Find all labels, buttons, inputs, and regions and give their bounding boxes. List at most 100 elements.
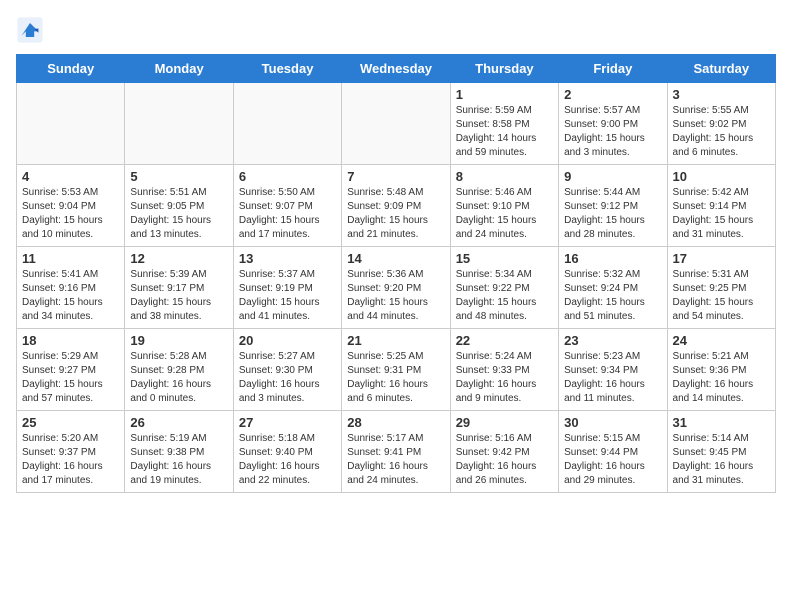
calendar-day-cell: 9Sunrise: 5:44 AM Sunset: 9:12 PM Daylig… [559, 165, 667, 247]
day-info: Sunrise: 5:21 AM Sunset: 9:36 PM Dayligh… [673, 350, 770, 406]
calendar-day-cell: 8 Sunrise: 5:46 AM Sunset: 9:10 PM Daylig… [450, 165, 558, 247]
day-number: 31 [673, 415, 770, 430]
calendar-day-cell: 15 Sunrise: 5:34 AM Sunset: 9:22 PM Dayli… [450, 247, 558, 329]
calendar-day-cell: 6Sunrise: 5:50 AM Sunset: 9:07 PM Daylig… [233, 165, 341, 247]
calendar-day-cell: 14 Sunrise: 5:36 AM Sunset: 9:20 PM Dayli… [342, 247, 450, 329]
day-number: 30 [564, 415, 661, 430]
day-number: 26 [130, 415, 227, 430]
day-of-week-header: Saturday [667, 55, 775, 83]
day-info: Sunrise: 5:16 AM Sunset: 9:42 PM Dayligh… [456, 432, 553, 488]
day-number: 6 [239, 169, 336, 184]
calendar-day-cell: 10Sunrise: 5:42 AM Sunset: 9:14 PM Dayli… [667, 165, 775, 247]
calendar-day-cell: 27 Sunrise: 5:18 AM Sunset: 9:40 PM Dayli… [233, 411, 341, 493]
day-number: 4 [22, 169, 119, 184]
day-number: 27 [239, 415, 336, 430]
calendar-day-cell: 16Sunrise: 5:32 AM Sunset: 9:24 PM Dayli… [559, 247, 667, 329]
calendar-day-cell [342, 83, 450, 165]
calendar-day-cell: 17 Sunrise: 5:31 AM Sunset: 9:25 PM Dayli… [667, 247, 775, 329]
calendar-day-cell: 25 Sunrise: 5:20 AM Sunset: 9:37 PM Dayli… [17, 411, 125, 493]
day-of-week-header: Friday [559, 55, 667, 83]
day-number: 15 [456, 251, 553, 266]
calendar-day-cell: 4 Sunrise: 5:53 AM Sunset: 9:04 PM Daylig… [17, 165, 125, 247]
day-info: Sunrise: 5:19 AM Sunset: 9:38 PM Dayligh… [130, 432, 227, 488]
day-number: 13 [239, 251, 336, 266]
day-info: Sunrise: 5:23 AM Sunset: 9:34 PM Dayligh… [564, 350, 661, 406]
day-info: Sunrise: 5:34 AM Sunset: 9:22 PM Dayligh… [456, 268, 553, 324]
calendar-day-cell: 11Sunrise: 5:41 AM Sunset: 9:16 PM Dayli… [17, 247, 125, 329]
calendar-day-cell [17, 83, 125, 165]
day-number: 17 [673, 251, 770, 266]
day-number: 28 [347, 415, 444, 430]
day-info: Sunrise: 5:17 AM Sunset: 9:41 PM Dayligh… [347, 432, 444, 488]
calendar-day-cell: 18 Sunrise: 5:29 AM Sunset: 9:27 PM Dayli… [17, 329, 125, 411]
day-of-week-header: Thursday [450, 55, 558, 83]
calendar-day-cell: 29 Sunrise: 5:16 AM Sunset: 9:42 PM Dayli… [450, 411, 558, 493]
day-info: Sunrise: 5:53 AM Sunset: 9:04 PM Dayligh… [22, 186, 119, 242]
day-info: Sunrise: 5:48 AM Sunset: 9:09 PM Dayligh… [347, 186, 444, 242]
calendar-day-cell: 20Sunrise: 5:27 AM Sunset: 9:30 PM Dayli… [233, 329, 341, 411]
calendar-day-cell [125, 83, 233, 165]
calendar-day-cell: 7 Sunrise: 5:48 AM Sunset: 9:09 PM Daylig… [342, 165, 450, 247]
day-number: 1 [456, 87, 553, 102]
page-header [16, 16, 776, 44]
calendar-week-row: 4 Sunrise: 5:53 AM Sunset: 9:04 PM Daylig… [17, 165, 776, 247]
day-number: 18 [22, 333, 119, 348]
day-of-week-header: Monday [125, 55, 233, 83]
day-number: 21 [347, 333, 444, 348]
calendar-day-cell: 3 Sunrise: 5:55 AM Sunset: 9:02 PM Daylig… [667, 83, 775, 165]
day-number: 19 [130, 333, 227, 348]
calendar-day-cell: 21 Sunrise: 5:25 AM Sunset: 9:31 PM Dayli… [342, 329, 450, 411]
day-of-week-header: Tuesday [233, 55, 341, 83]
day-info: Sunrise: 5:55 AM Sunset: 9:02 PM Dayligh… [673, 104, 770, 160]
day-number: 10 [673, 169, 770, 184]
calendar-day-cell: 24 Sunrise: 5:21 AM Sunset: 9:36 PM Dayli… [667, 329, 775, 411]
calendar-day-cell: 13 Sunrise: 5:37 AM Sunset: 9:19 PM Dayli… [233, 247, 341, 329]
day-info: Sunrise: 5:29 AM Sunset: 9:27 PM Dayligh… [22, 350, 119, 406]
calendar-day-cell: 23 Sunrise: 5:23 AM Sunset: 9:34 PM Dayli… [559, 329, 667, 411]
day-info: Sunrise: 5:36 AM Sunset: 9:20 PM Dayligh… [347, 268, 444, 324]
day-info: Sunrise: 5:44 AM Sunset: 9:12 PM Dayligh… [564, 186, 661, 242]
day-number: 29 [456, 415, 553, 430]
day-info: Sunrise: 5:59 AM Sunset: 8:58 PM Dayligh… [456, 104, 553, 160]
day-of-week-header: Sunday [17, 55, 125, 83]
calendar-day-cell [233, 83, 341, 165]
day-info: Sunrise: 5:14 AM Sunset: 9:45 PM Dayligh… [673, 432, 770, 488]
day-number: 16 [564, 251, 661, 266]
day-info: Sunrise: 5:24 AM Sunset: 9:33 PM Dayligh… [456, 350, 553, 406]
logo [16, 16, 46, 44]
day-info: Sunrise: 5:31 AM Sunset: 9:25 PM Dayligh… [673, 268, 770, 324]
day-number: 3 [673, 87, 770, 102]
day-number: 5 [130, 169, 227, 184]
calendar-day-cell: 31 Sunrise: 5:14 AM Sunset: 9:45 PM Dayli… [667, 411, 775, 493]
day-info: Sunrise: 5:18 AM Sunset: 9:40 PM Dayligh… [239, 432, 336, 488]
day-info: Sunrise: 5:15 AM Sunset: 9:44 PM Dayligh… [564, 432, 661, 488]
calendar-day-cell: 5 Sunrise: 5:51 AM Sunset: 9:05 PM Daylig… [125, 165, 233, 247]
day-number: 25 [22, 415, 119, 430]
day-number: 14 [347, 251, 444, 266]
calendar-day-cell: 30 Sunrise: 5:15 AM Sunset: 9:44 PM Dayli… [559, 411, 667, 493]
day-info: Sunrise: 5:28 AM Sunset: 9:28 PM Dayligh… [130, 350, 227, 406]
day-number: 2 [564, 87, 661, 102]
day-info: Sunrise: 5:37 AM Sunset: 9:19 PM Dayligh… [239, 268, 336, 324]
calendar-day-cell: 22 Sunrise: 5:24 AM Sunset: 9:33 PM Dayli… [450, 329, 558, 411]
day-info: Sunrise: 5:39 AM Sunset: 9:17 PM Dayligh… [130, 268, 227, 324]
calendar-header-row: SundayMondayTuesdayWednesdayThursdayFrid… [17, 55, 776, 83]
day-number: 24 [673, 333, 770, 348]
calendar-day-cell: 28 Sunrise: 5:17 AM Sunset: 9:41 PM Dayli… [342, 411, 450, 493]
day-number: 8 [456, 169, 553, 184]
calendar-day-cell: 26 Sunrise: 5:19 AM Sunset: 9:38 PM Dayli… [125, 411, 233, 493]
day-info: Sunrise: 5:27 AM Sunset: 9:30 PM Dayligh… [239, 350, 336, 406]
day-number: 22 [456, 333, 553, 348]
day-of-week-header: Wednesday [342, 55, 450, 83]
day-info: Sunrise: 5:25 AM Sunset: 9:31 PM Dayligh… [347, 350, 444, 406]
calendar-day-cell: 19 Sunrise: 5:28 AM Sunset: 9:28 PM Dayli… [125, 329, 233, 411]
day-info: Sunrise: 5:20 AM Sunset: 9:37 PM Dayligh… [22, 432, 119, 488]
calendar-day-cell: 12Sunrise: 5:39 AM Sunset: 9:17 PM Dayli… [125, 247, 233, 329]
day-info: Sunrise: 5:51 AM Sunset: 9:05 PM Dayligh… [130, 186, 227, 242]
day-info: Sunrise: 5:41 AM Sunset: 9:16 PM Dayligh… [22, 268, 119, 324]
day-number: 7 [347, 169, 444, 184]
calendar-week-row: 11Sunrise: 5:41 AM Sunset: 9:16 PM Dayli… [17, 247, 776, 329]
calendar-day-cell: 2Sunrise: 5:57 AM Sunset: 9:00 PM Daylig… [559, 83, 667, 165]
day-number: 23 [564, 333, 661, 348]
day-info: Sunrise: 5:46 AM Sunset: 9:10 PM Dayligh… [456, 186, 553, 242]
